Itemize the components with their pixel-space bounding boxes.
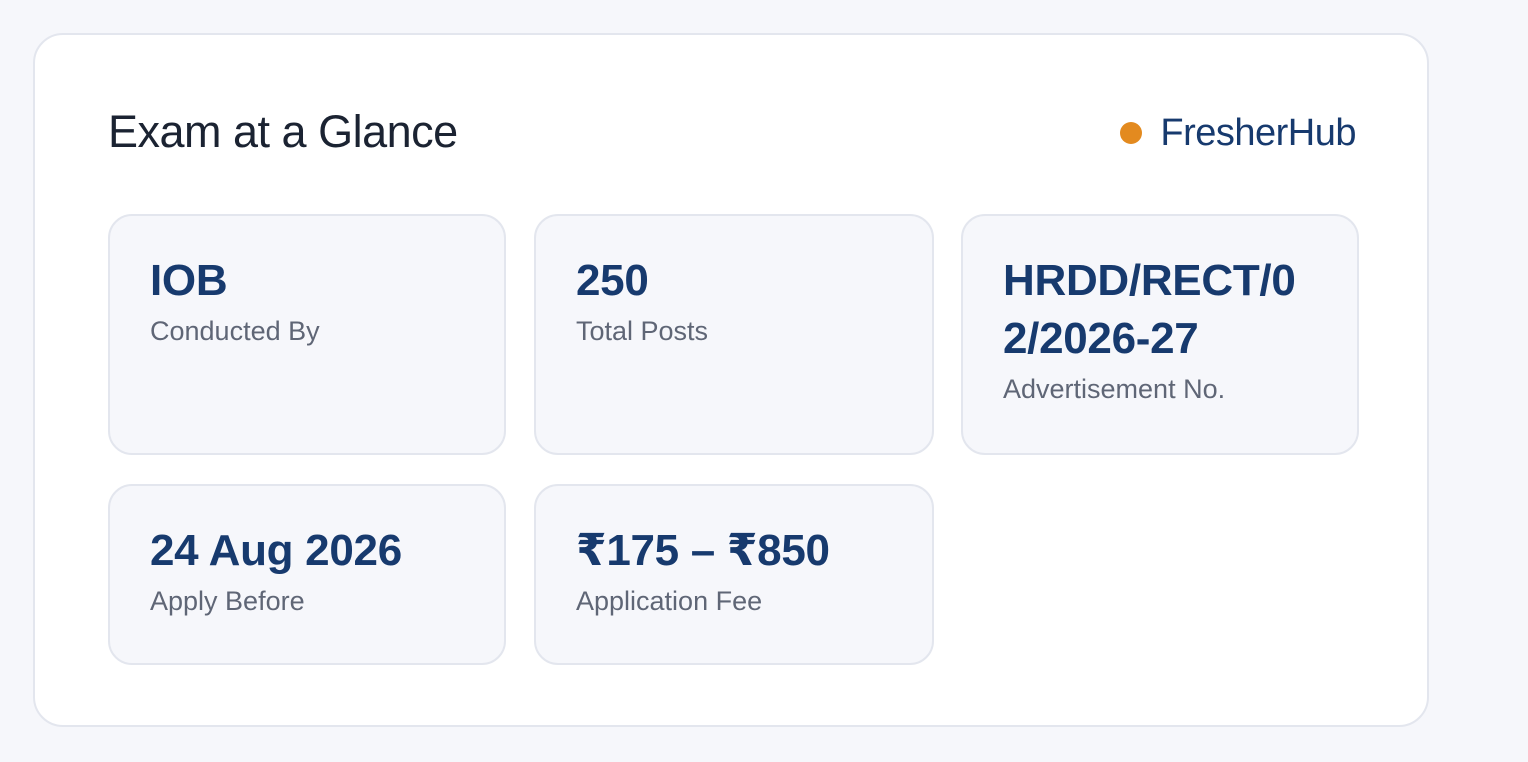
stat-value: ₹175 – ₹850 xyxy=(576,526,830,575)
exam-glance-card: Exam at a Glance FresherHub IOB Conducte… xyxy=(33,33,1429,727)
stat-value: HRDD/RECT/02/2026-27 xyxy=(1003,256,1296,363)
stat-label: Advertisement No. xyxy=(1003,374,1226,404)
stat-card-application-fee: ₹175 – ₹850 Application Fee xyxy=(534,484,934,665)
stat-value: IOB xyxy=(150,256,228,305)
stat-label: Application Fee xyxy=(576,586,763,616)
stat-label: Conducted By xyxy=(150,316,320,346)
stat-value: 24 Aug 2026 xyxy=(150,526,402,575)
stat-label: Total Posts xyxy=(576,316,709,346)
card-title: Exam at a Glance xyxy=(108,106,458,157)
stat-card-apply-before: 24 Aug 2026 Apply Before xyxy=(108,484,506,665)
stat-card-conducted-by: IOB Conducted By xyxy=(108,214,506,455)
stat-card-total-posts: 250 Total Posts xyxy=(534,214,934,455)
stat-card-advertisement-no: HRDD/RECT/02/2026-27 Advertisement No. xyxy=(961,214,1359,455)
brand-dot-icon xyxy=(1120,122,1143,144)
brand-logo: FresherHub xyxy=(1120,108,1356,158)
brand-name: FresherHub xyxy=(1160,112,1356,154)
stat-label: Apply Before xyxy=(150,586,305,616)
stat-value: 250 xyxy=(576,256,649,305)
